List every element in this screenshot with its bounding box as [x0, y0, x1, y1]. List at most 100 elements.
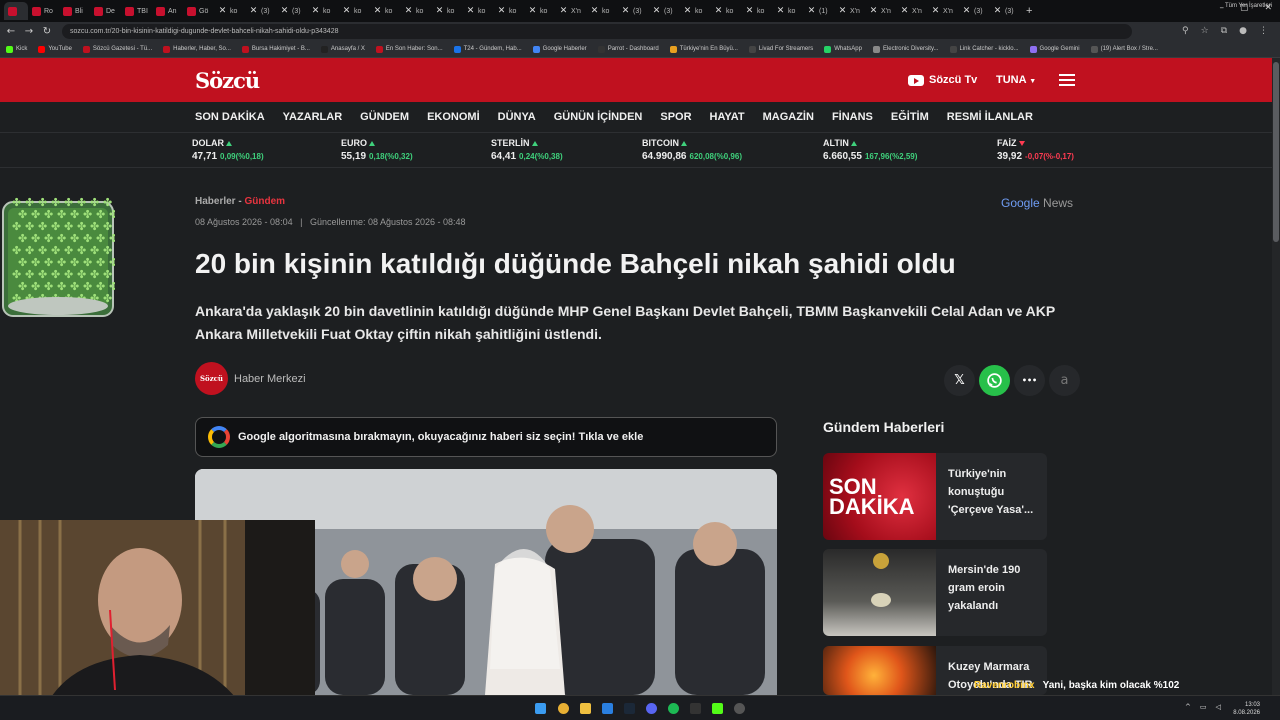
- bookmark-item[interactable]: Parrot - Dashboard: [597, 45, 659, 53]
- market-item[interactable]: BITCOIN 64.990,86 620,08(%0,96): [642, 138, 742, 162]
- browser-tab[interactable]: Ro: [28, 2, 59, 20]
- author-block[interactable]: Sözcü Haber Merkezi: [195, 362, 306, 395]
- nav-item[interactable]: FİNANS: [832, 111, 873, 123]
- market-item[interactable]: STERLİN 64,41 0,24(%0,38): [491, 138, 563, 162]
- browser-tab[interactable]: ✕ ko: [400, 2, 431, 20]
- browser-tab[interactable]: ✕ X'n: [896, 2, 927, 20]
- browser-tab[interactable]: ✕ ko: [710, 2, 741, 20]
- sidebar-news-card[interactable]: SON DAKİKA Türkiye'nin konuştuğu 'Çerçeve…: [823, 453, 1047, 540]
- user-menu[interactable]: TUNA ▼: [996, 74, 1036, 86]
- hamburger-menu-icon[interactable]: [1059, 74, 1075, 86]
- browser-tab[interactable]: ✕ ko: [214, 2, 245, 20]
- browser-tab[interactable]: Gö: [183, 2, 214, 20]
- browser-tab[interactable]: ✕ ko: [741, 2, 772, 20]
- browser-tab[interactable]: De: [90, 2, 121, 20]
- market-item[interactable]: FAİZ 39,92 -0,07(%-0,17): [997, 138, 1074, 162]
- minimize-icon[interactable]: –: [1219, 3, 1224, 13]
- bookmark-item[interactable]: En Son Haber: Son...: [375, 45, 443, 53]
- scrollbar-thumb[interactable]: [1273, 62, 1279, 242]
- bookmark-item[interactable]: Kick: [6, 45, 27, 53]
- browser-tab[interactable]: ✕ X'n: [865, 2, 896, 20]
- bookmark-item[interactable]: T24 - Gündem, Hab...: [453, 45, 522, 53]
- file-explorer-icon[interactable]: [580, 703, 591, 714]
- tray-chevron-icon[interactable]: ^: [1185, 703, 1191, 711]
- bookmark-item[interactable]: Anasayfa / X: [320, 45, 365, 53]
- nav-item[interactable]: HAYAT: [710, 111, 745, 123]
- browser-tab[interactable]: ✕ (1): [803, 2, 834, 20]
- network-icon[interactable]: ▭: [1200, 703, 1207, 711]
- sidebar-news-card[interactable]: Mersin'de 190 gram eroin yakalandı: [823, 549, 1047, 636]
- browser-tab[interactable]: ✕ (3): [276, 2, 307, 20]
- browser-tab[interactable]: ✕ ko: [307, 2, 338, 20]
- back-icon[interactable]: ←: [4, 26, 18, 37]
- browser-tab[interactable]: ✕ X'n: [834, 2, 865, 20]
- bookmark-item[interactable]: Electronic Diversity...: [872, 45, 939, 53]
- browser-tab[interactable]: ✕ ko: [524, 2, 555, 20]
- browser-tab[interactable]: TBI: [121, 2, 152, 20]
- bookmark-item[interactable]: Bursa Hakimiyet - B...: [241, 45, 310, 53]
- zoom-icon[interactable]: ⚲: [1182, 26, 1189, 36]
- browser-tab[interactable]: ✕ (3): [989, 2, 1020, 20]
- bookmark-item[interactable]: Link Catcher - kicklo...: [949, 45, 1019, 53]
- browser-tab[interactable]: ✕ X'n: [927, 2, 958, 20]
- new-tab-icon[interactable]: +: [1026, 5, 1032, 17]
- breadcrumb-parent[interactable]: Haberler: [195, 196, 236, 207]
- browser-tab[interactable]: [4, 2, 28, 20]
- market-item[interactable]: ALTIN 6.660,55 167,96(%2,59): [823, 138, 917, 162]
- bookmark-item[interactable]: Livad For Streamers: [748, 45, 813, 53]
- spotify-icon[interactable]: [668, 703, 679, 714]
- share-whatsapp-button[interactable]: [979, 365, 1010, 396]
- browser-tab[interactable]: ✕ ko: [462, 2, 493, 20]
- market-item[interactable]: EURO 55,19 0,18(%0,32): [341, 138, 413, 162]
- bookmark-item[interactable]: YouTube: [38, 45, 72, 53]
- nav-item[interactable]: SPOR: [660, 111, 691, 123]
- browser-tab[interactable]: Bli: [59, 2, 90, 20]
- nav-item[interactable]: GÜNÜN İÇİNDEN: [554, 111, 643, 123]
- browser-tab[interactable]: ✕ X'n: [555, 2, 586, 20]
- browser-tab[interactable]: ✕ ko: [431, 2, 462, 20]
- chrome-icon[interactable]: [558, 703, 569, 714]
- store-icon[interactable]: [602, 703, 613, 714]
- bookmark-item[interactable]: Haberler, Haber, So...: [163, 45, 231, 53]
- bookmark-item[interactable]: (19) Alert Box / Stre...: [1090, 45, 1158, 53]
- url-input[interactable]: sozcu.com.tr/20-bin-kisinin-katildigi-du…: [62, 24, 1132, 39]
- all-bookmarks-link[interactable]: Tüm Yer İşaretleri: [1225, 3, 1272, 9]
- reload-icon[interactable]: ↻: [40, 26, 54, 37]
- epic-games-icon[interactable]: [690, 703, 701, 714]
- browser-tab[interactable]: ✕ ko: [338, 2, 369, 20]
- browser-tab[interactable]: An: [152, 2, 183, 20]
- bookmark-item[interactable]: WhatsApp: [824, 45, 862, 53]
- browser-tab[interactable]: ✕ ko: [369, 2, 400, 20]
- forward-icon[interactable]: →: [22, 26, 36, 37]
- bookmark-item[interactable]: Google Gemini: [1029, 45, 1080, 53]
- google-follow-banner[interactable]: Google algoritmasına bırakmayın, okuyaca…: [195, 417, 777, 457]
- google-news-link[interactable]: Google News: [1001, 196, 1073, 210]
- nav-item[interactable]: EKONOMİ: [427, 111, 480, 123]
- bookmark-item[interactable]: Türkiye'nin En Büyü...: [669, 45, 738, 53]
- browser-tab[interactable]: ✕ ko: [493, 2, 524, 20]
- browser-menu-icon[interactable]: ⋮: [1259, 26, 1268, 36]
- market-item[interactable]: DOLAR 47,71 0,09(%0,18): [192, 138, 264, 162]
- start-icon[interactable]: [535, 703, 546, 714]
- browser-tab[interactable]: ✕ (3): [648, 2, 679, 20]
- share-x-button[interactable]: 𝕏: [944, 365, 975, 396]
- nav-item[interactable]: GÜNDEM: [360, 111, 409, 123]
- nav-item[interactable]: EĞİTİM: [891, 111, 929, 123]
- browser-tab[interactable]: ✕ (3): [617, 2, 648, 20]
- nav-item[interactable]: SON DAKİKA: [195, 111, 265, 123]
- more-options-button[interactable]: •••: [1014, 365, 1045, 396]
- browser-tab[interactable]: ✕ (3): [245, 2, 276, 20]
- discord-icon[interactable]: [646, 703, 657, 714]
- site-logo[interactable]: Sözcü: [195, 68, 260, 93]
- extensions-icon[interactable]: ⧉: [1221, 26, 1227, 36]
- nav-item[interactable]: DÜNYA: [498, 111, 536, 123]
- font-size-button[interactable]: a: [1049, 365, 1080, 396]
- bookmark-item[interactable]: Sözcü Gazetesi - Tü...: [82, 45, 152, 53]
- nav-item[interactable]: RESMİ İLANLAR: [947, 111, 1033, 123]
- browser-tab[interactable]: ✕ (3): [958, 2, 989, 20]
- breadcrumb-category[interactable]: Gündem: [244, 196, 285, 207]
- browser-tab[interactable]: ✕ ko: [772, 2, 803, 20]
- volume-icon[interactable]: ◁: [1216, 703, 1221, 711]
- profile-icon[interactable]: ●: [1239, 26, 1247, 36]
- obs-icon[interactable]: [734, 703, 745, 714]
